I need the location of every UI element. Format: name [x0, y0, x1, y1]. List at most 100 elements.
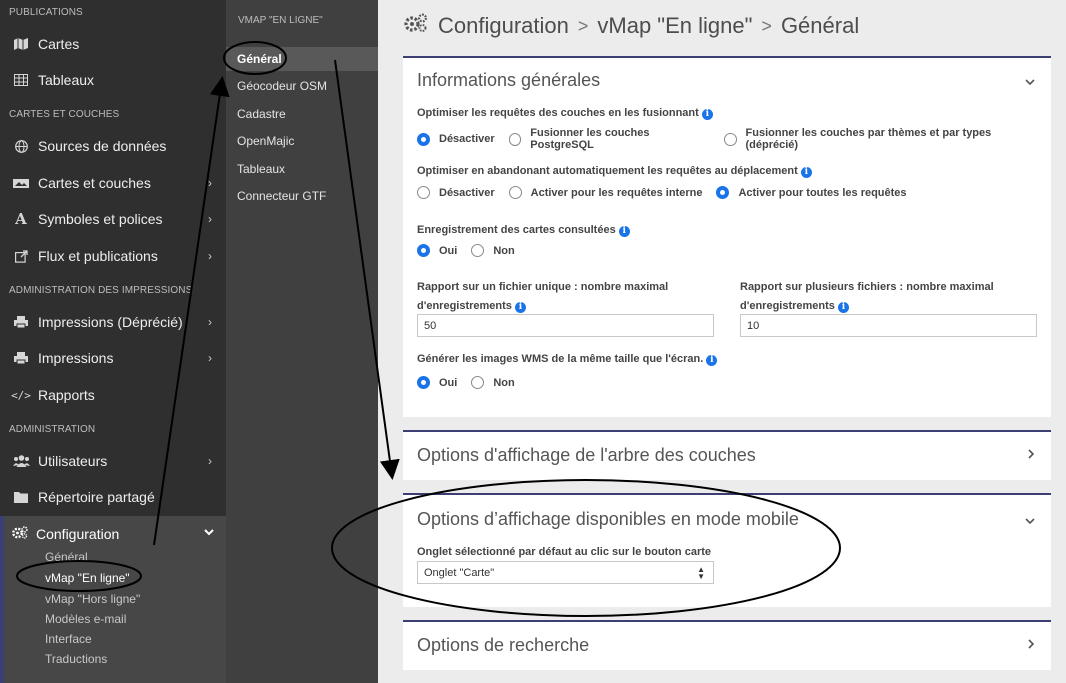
chevron-right-icon[interactable] [1028, 447, 1035, 462]
sidebar-item-cartes[interactable]: Cartes [0, 28, 226, 60]
radio-label: Désactiver [439, 186, 495, 199]
subnav-item-general[interactable]: Général [226, 47, 378, 71]
secondary-nav: VMAP "EN LIGNE" Général Géocodeur OSM Ca… [226, 0, 378, 683]
subnav-item-connecteur-gtf[interactable]: Connecteur GTF [226, 184, 378, 208]
sidebar-item-symboles[interactable]: A Symboles et polices › [0, 203, 226, 235]
info-icon[interactable]: i [701, 109, 713, 120]
sidebar-item-tableaux[interactable]: Tableaux [0, 64, 226, 96]
config-sub-traductions[interactable]: Traductions [45, 652, 107, 666]
radio-button[interactable] [417, 132, 430, 146]
q3-label-text: Enregistrement des cartes consultées [417, 224, 616, 236]
panel-mode-mobile: Options d’affichage disponibles en mode … [403, 493, 1051, 607]
q4-radio-group: Oui Non [417, 376, 529, 389]
q2-label: Optimiser en abandonant automatiquement … [417, 165, 812, 178]
q3-radio-group: Oui Non [417, 244, 529, 257]
breadcrumb: Configuration > vMap "En ligne" > Généra… [404, 13, 859, 39]
radio-button[interactable] [417, 244, 430, 257]
default-tab-label: Onglet sélectionné par défaut au clic su… [417, 546, 712, 558]
radio-button[interactable] [716, 186, 730, 199]
sidebar-item-label: Utilisateurs [38, 453, 108, 469]
sidebar-item-repertoire[interactable]: Répertoire partagé [0, 481, 226, 513]
config-sub-general[interactable]: Général [45, 550, 88, 564]
radio-option[interactable]: Activer pour les requêtes interne [508, 186, 702, 199]
info-icon[interactable]: i [618, 226, 630, 237]
panel-recherche[interactable]: Options de recherche [403, 620, 1051, 670]
panel-title[interactable]: Informations générales [417, 70, 600, 91]
radio-button[interactable] [508, 132, 522, 146]
q3-label: Enregistrement des cartes consultées i [417, 224, 630, 237]
sidebar-item-label: Sources de données [38, 138, 167, 154]
folder-icon [12, 491, 30, 503]
sort-arrows-icon: ▲ ▼ [697, 565, 705, 581]
report-single-input[interactable] [417, 314, 714, 337]
panel-title[interactable]: Options d’affichage disponibles en mode … [417, 509, 799, 530]
radio-label: Oui [439, 376, 458, 389]
chevron-down-icon[interactable] [1025, 513, 1035, 528]
chevron-right-icon[interactable] [1028, 637, 1035, 652]
sidebar-item-impressions-deprecie[interactable]: Impressions (Déprécié) › [0, 306, 226, 338]
section-label-cartes-couches: CARTES ET COUCHES [9, 109, 120, 120]
config-sub-modeles-email[interactable]: Modèles e-mail [45, 612, 126, 626]
report-multi-input[interactable] [740, 314, 1037, 337]
select-value: Onglet "Carte" [424, 566, 495, 579]
sidebar-item-cartes-couches[interactable]: Cartes et couches › [0, 167, 226, 199]
subnav-item-cadastre[interactable]: Cadastre [226, 102, 378, 126]
subnav-item-tableaux[interactable]: Tableaux [226, 157, 378, 181]
subnav-item-geocodeur[interactable]: Géocodeur OSM [226, 74, 378, 98]
q1-label-text: Optimiser les requêtes des couches en le… [417, 107, 699, 119]
chevron-right-icon: › [208, 176, 212, 190]
radio-option[interactable]: Non [471, 376, 515, 389]
radio-button[interactable] [417, 376, 430, 389]
radio-label: Désactiver [439, 133, 495, 145]
breadcrumb-separator: > [577, 15, 589, 36]
sidebar-item-label: Rapports [38, 387, 95, 403]
radio-option[interactable]: Fusionner les couches par thèmes et par … [723, 127, 1037, 151]
sidebar-item-impressions[interactable]: Impressions › [0, 342, 226, 374]
radio-button[interactable] [723, 132, 737, 146]
info-icon[interactable]: i [514, 302, 526, 313]
radio-option[interactable]: Désactiver [417, 186, 495, 199]
chevron-down-icon[interactable] [1025, 74, 1035, 89]
radio-button[interactable] [508, 186, 522, 199]
radio-option[interactable]: Fusionner les couches PostgreSQL [508, 127, 710, 151]
radio-option[interactable]: Activer pour toutes les requêtes [716, 186, 907, 199]
sidebar-item-label: Symboles et polices [38, 211, 163, 227]
sidebar-item-utilisateurs[interactable]: Utilisateurs › [0, 445, 226, 477]
q4-label: Générer les images WMS de la même taille… [417, 353, 718, 366]
radio-button[interactable] [471, 244, 485, 257]
globe-icon [12, 139, 30, 153]
info-icon[interactable]: i [837, 302, 849, 313]
default-tab-select[interactable]: Onglet "Carte" ▲ ▼ [417, 561, 714, 584]
q1-radio-group: Désactiver Fusionner les couches Postgre… [417, 127, 1051, 151]
radio-label: Fusionner les couches par thèmes et par … [745, 127, 992, 151]
label-line: d'enregistrements [740, 300, 835, 312]
radio-option[interactable]: Oui [417, 244, 457, 257]
breadcrumb-part-vmap[interactable]: vMap "En ligne" [597, 13, 752, 39]
radio-option[interactable]: Oui [417, 376, 457, 389]
breadcrumb-part-configuration[interactable]: Configuration [438, 13, 569, 39]
radio-button[interactable] [417, 186, 430, 199]
subnav-item-openmajic[interactable]: OpenMajic [226, 129, 378, 153]
radio-button[interactable] [471, 376, 485, 389]
sidebar-item-label: Répertoire partagé [38, 489, 155, 505]
config-sub-vmap-en-ligne[interactable]: vMap "En ligne" [45, 571, 130, 585]
configuration-label: Configuration [36, 526, 120, 542]
info-icon[interactable]: i [800, 167, 812, 178]
config-sub-interface[interactable]: Interface [45, 632, 92, 646]
configuration-header[interactable]: Configuration [12, 526, 119, 542]
chevron-down-icon [204, 525, 214, 539]
panel-title[interactable]: Options de recherche [417, 635, 589, 656]
chevron-right-icon: › [208, 454, 212, 468]
sidebar-item-flux[interactable]: Flux et publications › [0, 240, 226, 272]
panel-title[interactable]: Options d'affichage de l'arbre des couch… [417, 445, 756, 466]
sidebar-item-rapports[interactable]: </> Rapports [0, 379, 226, 411]
main-sidebar: PUBLICATIONS Cartes Tableaux CARTES ET C… [0, 0, 226, 683]
radio-option[interactable]: Désactiver [417, 132, 495, 146]
config-sub-vmap-hors-ligne[interactable]: vMap "Hors ligne" [45, 592, 140, 606]
radio-option[interactable]: Non [471, 244, 515, 257]
sidebar-item-configuration[interactable]: Configuration Général vMap "En ligne" vM… [0, 516, 226, 683]
info-icon[interactable]: i [706, 355, 718, 366]
section-label-administration: ADMINISTRATION [9, 424, 96, 435]
sidebar-item-sources[interactable]: Sources de données [0, 130, 226, 162]
panel-arbre-couches[interactable]: Options d'affichage de l'arbre des couch… [403, 430, 1051, 480]
